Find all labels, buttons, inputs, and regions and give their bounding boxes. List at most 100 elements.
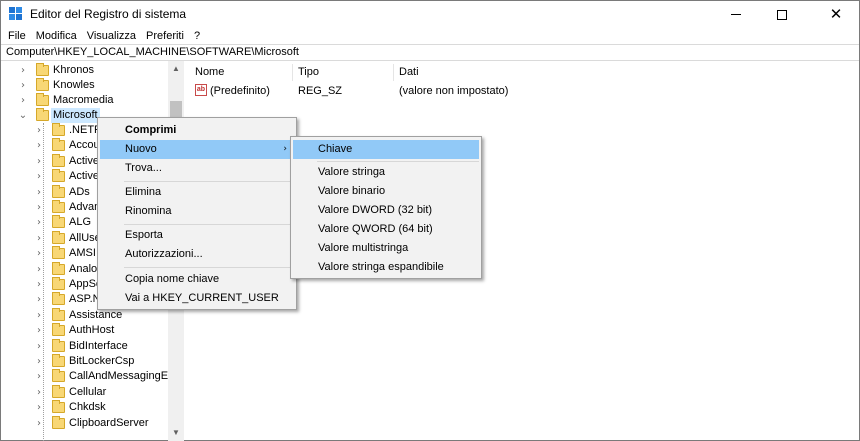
tree-item-label: CallAndMessagingEnh	[69, 370, 181, 383]
scroll-up-icon[interactable]: ▲	[168, 61, 184, 77]
chevron-right-icon[interactable]: ›	[34, 185, 44, 200]
title-bar[interactable]: Editor del Registro di sistema ✕	[1, 1, 859, 28]
folder-icon	[36, 63, 49, 76]
folder-icon	[36, 93, 49, 106]
context-menu: Comprimi Nuovo › Trova... Elimina Rinomi…	[97, 117, 297, 310]
chevron-right-icon[interactable]: ›	[34, 323, 44, 338]
menu-help[interactable]: ?	[190, 28, 204, 44]
menu-item-elimina[interactable]: Elimina	[100, 183, 294, 202]
chevron-right-icon[interactable]: ›	[34, 138, 44, 153]
folder-icon	[52, 400, 65, 414]
menu-file[interactable]: File	[4, 28, 30, 44]
window-title: Editor del Registro di sistema	[30, 7, 187, 21]
tree-item[interactable]: › CallAndMessagingEnh	[1, 369, 180, 384]
chevron-right-icon[interactable]: ›	[34, 169, 44, 184]
menu-item-autorizzazioni[interactable]: Autorizzazioni...	[100, 245, 294, 264]
tree-item[interactable]: › BitLockerCsp	[1, 354, 168, 369]
folder-icon	[52, 277, 65, 290]
tree-item[interactable]: › Knowles	[1, 78, 168, 93]
folder-icon	[52, 261, 65, 275]
maximize-button[interactable]	[759, 1, 805, 28]
address-bar[interactable]: Computer\HKEY_LOCAL_MACHINE\SOFTWARE\Mic…	[1, 44, 859, 61]
menu-item-esporta[interactable]: Esporta	[100, 226, 294, 245]
tree-item-label: ASP.N	[69, 293, 101, 306]
folder-icon	[52, 384, 65, 398]
submenu-item-chiave[interactable]: Chiave	[293, 140, 479, 159]
chevron-right-icon[interactable]: ›	[34, 246, 44, 261]
chevron-right-icon[interactable]: ›	[34, 231, 44, 246]
tree-item-label: Assistance	[69, 308, 123, 321]
folder-open-icon	[36, 108, 49, 121]
tree-item[interactable]: › Macromedia	[1, 93, 168, 108]
folder-icon	[52, 169, 65, 183]
chevron-right-icon[interactable]: ›	[34, 123, 44, 138]
chevron-right-icon[interactable]: ›	[34, 154, 44, 169]
tree-item-label: Chkdsk	[69, 401, 106, 414]
chevron-right-icon[interactable]: ›	[18, 63, 28, 78]
folder-icon	[52, 323, 65, 337]
tree-item[interactable]: › Cellular	[1, 384, 168, 400]
menu-item-trova[interactable]: Trova...	[100, 159, 294, 178]
close-button[interactable]: ✕	[813, 1, 859, 28]
folder-icon	[52, 307, 65, 321]
tree-item[interactable]: › Assistance	[1, 307, 168, 323]
tree-item-label: Macromedia	[53, 94, 114, 106]
tree-item[interactable]: › AuthHost	[1, 323, 168, 338]
menu-item-label: Nuovo	[125, 143, 157, 155]
tree-item[interactable]: › Khronos	[1, 63, 168, 78]
menu-bar: File Modifica Visualizza Preferiti ?	[1, 28, 204, 44]
tree-item-label: BitLockerCsp	[69, 355, 135, 367]
value-name[interactable]: (Predefinito)	[210, 83, 270, 99]
menu-item-comprimi[interactable]: Comprimi	[100, 121, 294, 140]
menu-modifica[interactable]: Modifica	[32, 28, 81, 44]
tree-item-label: ALG	[69, 216, 92, 229]
chevron-right-icon[interactable]: ›	[34, 308, 44, 323]
chevron-right-icon[interactable]: ›	[34, 339, 44, 354]
submenu-item-valore-qword[interactable]: Valore QWORD (64 bit)	[293, 220, 479, 239]
chevron-right-icon[interactable]: ›	[34, 385, 44, 400]
chevron-right-icon[interactable]: ›	[34, 200, 44, 215]
tree-item-label: Khronos	[53, 64, 94, 76]
chevron-right-icon[interactable]: ›	[34, 262, 44, 277]
column-header-type[interactable]: Tipo	[293, 64, 394, 81]
chevron-right-icon[interactable]: ›	[34, 400, 44, 415]
menu-item-copia-nome-chiave[interactable]: Copia nome chiave	[100, 270, 294, 289]
folder-icon	[52, 123, 65, 136]
tree-item-label: Accou	[69, 139, 100, 152]
menu-item-vai-hkcu[interactable]: Vai a HKEY_CURRENT_USER	[100, 289, 294, 308]
scroll-down-icon[interactable]: ▼	[168, 425, 184, 441]
chevron-right-icon[interactable]: ›	[34, 277, 44, 292]
tree-item-label: Cellular	[69, 385, 107, 398]
folder-icon	[36, 78, 49, 91]
menu-item-nuovo[interactable]: Nuovo ›	[100, 140, 294, 159]
chevron-right-icon[interactable]: ›	[34, 354, 44, 369]
menu-visualizza[interactable]: Visualizza	[83, 28, 140, 44]
tree-item-label: AMSI	[69, 247, 96, 260]
chevron-right-icon[interactable]: ›	[34, 292, 44, 307]
chevron-down-icon[interactable]: ⌄	[18, 108, 28, 123]
folder-icon	[52, 338, 65, 352]
submenu-item-valore-dword[interactable]: Valore DWORD (32 bit)	[293, 201, 479, 220]
submenu-item-valore-binario[interactable]: Valore binario	[293, 182, 479, 201]
tree-item-label: Active	[69, 154, 99, 167]
chevron-right-icon[interactable]: ›	[34, 416, 44, 431]
submenu-item-valore-multistringa[interactable]: Valore multistringa	[293, 239, 479, 258]
submenu-item-valore-stringa[interactable]: Valore stringa	[293, 163, 479, 182]
tree-item[interactable]: › ClipboardServer	[1, 415, 168, 431]
submenu-item-valore-stringa-espandibile[interactable]: Valore stringa espandibile	[293, 258, 479, 277]
chevron-right-icon[interactable]: ›	[18, 78, 28, 93]
chevron-right-icon[interactable]: ›	[34, 369, 44, 384]
menu-preferiti[interactable]: Preferiti	[142, 28, 188, 44]
registry-editor-window: Editor del Registro di sistema ✕ File Mo…	[0, 0, 860, 441]
folder-icon	[52, 153, 65, 167]
registry-editor-icon	[9, 7, 23, 21]
chevron-right-icon[interactable]: ›	[18, 93, 28, 108]
minimize-button[interactable]	[713, 1, 759, 28]
chevron-right-icon[interactable]: ›	[34, 215, 44, 230]
menu-item-rinomina[interactable]: Rinomina	[100, 202, 294, 221]
tree-item[interactable]: › BidInterface	[1, 338, 168, 354]
tree-item[interactable]: › Chkdsk	[1, 400, 168, 415]
column-header-data[interactable]: Dati	[394, 64, 674, 81]
column-header-name[interactable]: Nome	[190, 64, 293, 81]
folder-icon	[52, 138, 65, 152]
